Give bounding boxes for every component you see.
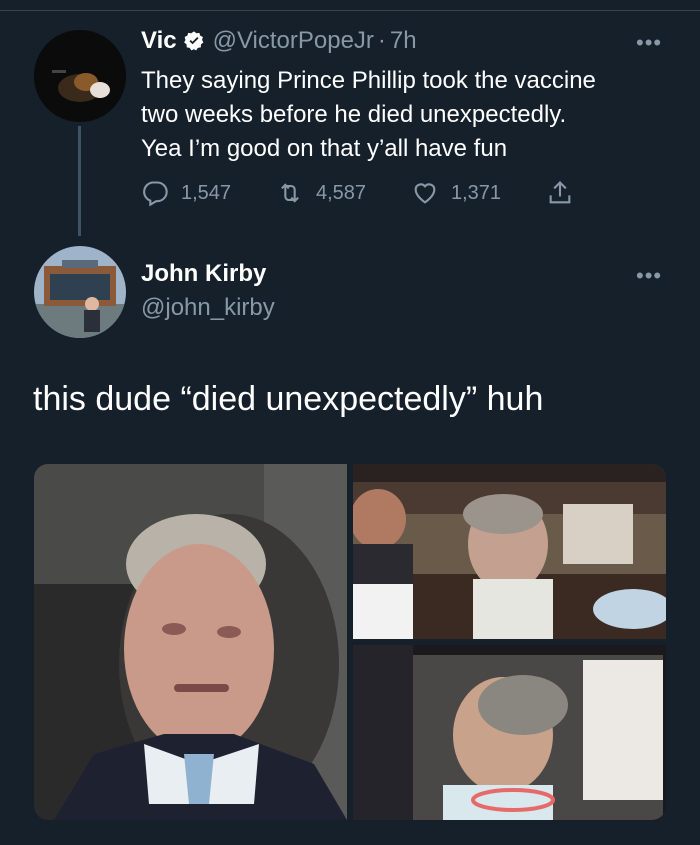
display-name-vic[interactable]: Vic bbox=[141, 27, 177, 55]
handle-john-kirby[interactable]: @john_kirby bbox=[141, 294, 275, 322]
tweet-time[interactable]: 7h bbox=[390, 27, 417, 55]
photo-large[interactable] bbox=[34, 464, 347, 820]
like-icon bbox=[414, 183, 436, 204]
reply-button[interactable]: 1,547 bbox=[141, 179, 276, 207]
tweet1-line: They saying Prince Phillip took the vacc… bbox=[141, 67, 596, 94]
tweet1-text: They saying Prince Phillip took the vacc… bbox=[141, 64, 681, 166]
tweet1-line: Yea I’m good on that y’all have fun bbox=[141, 135, 508, 162]
tweet1-line: two weeks before he died unexpectedly. bbox=[141, 101, 567, 128]
retweet-button[interactable]: 4,587 bbox=[276, 179, 411, 207]
reply-count: 1,547 bbox=[181, 181, 232, 204]
retweet-count: 4,587 bbox=[316, 181, 367, 204]
like-button[interactable]: 1,371 bbox=[411, 179, 546, 207]
thread-line bbox=[78, 126, 81, 236]
more-icon[interactable]: ••• bbox=[636, 263, 662, 289]
tweet2-header: John Kirby bbox=[141, 260, 266, 288]
retweet-icon bbox=[281, 183, 299, 203]
top-divider bbox=[0, 0, 700, 11]
tweet2-handle-row: @john_kirby bbox=[141, 294, 275, 322]
display-name-john-kirby[interactable]: John Kirby bbox=[141, 260, 266, 288]
verified-badge-icon bbox=[183, 30, 205, 52]
like-count: 1,371 bbox=[451, 181, 502, 204]
avatar-john-kirby[interactable] bbox=[34, 246, 126, 338]
share-icon bbox=[549, 181, 571, 204]
tweet1-actions: 1,547 4,587 1,371 bbox=[141, 176, 586, 210]
photo-bottom-right[interactable] bbox=[353, 645, 666, 820]
time-separator: · bbox=[377, 27, 386, 54]
reply-icon bbox=[143, 181, 168, 207]
avatar-vic[interactable] bbox=[34, 30, 126, 122]
more-icon[interactable]: ••• bbox=[636, 30, 662, 56]
tweet2-text: this dude “died unexpectedly” huh bbox=[33, 380, 544, 418]
handle-vic[interactable]: @VictorPopeJr bbox=[213, 27, 374, 55]
tweet1-header: Vic @VictorPopeJr · 7h bbox=[141, 27, 417, 55]
photo-top-right[interactable] bbox=[353, 464, 666, 639]
share-button[interactable] bbox=[546, 179, 586, 207]
